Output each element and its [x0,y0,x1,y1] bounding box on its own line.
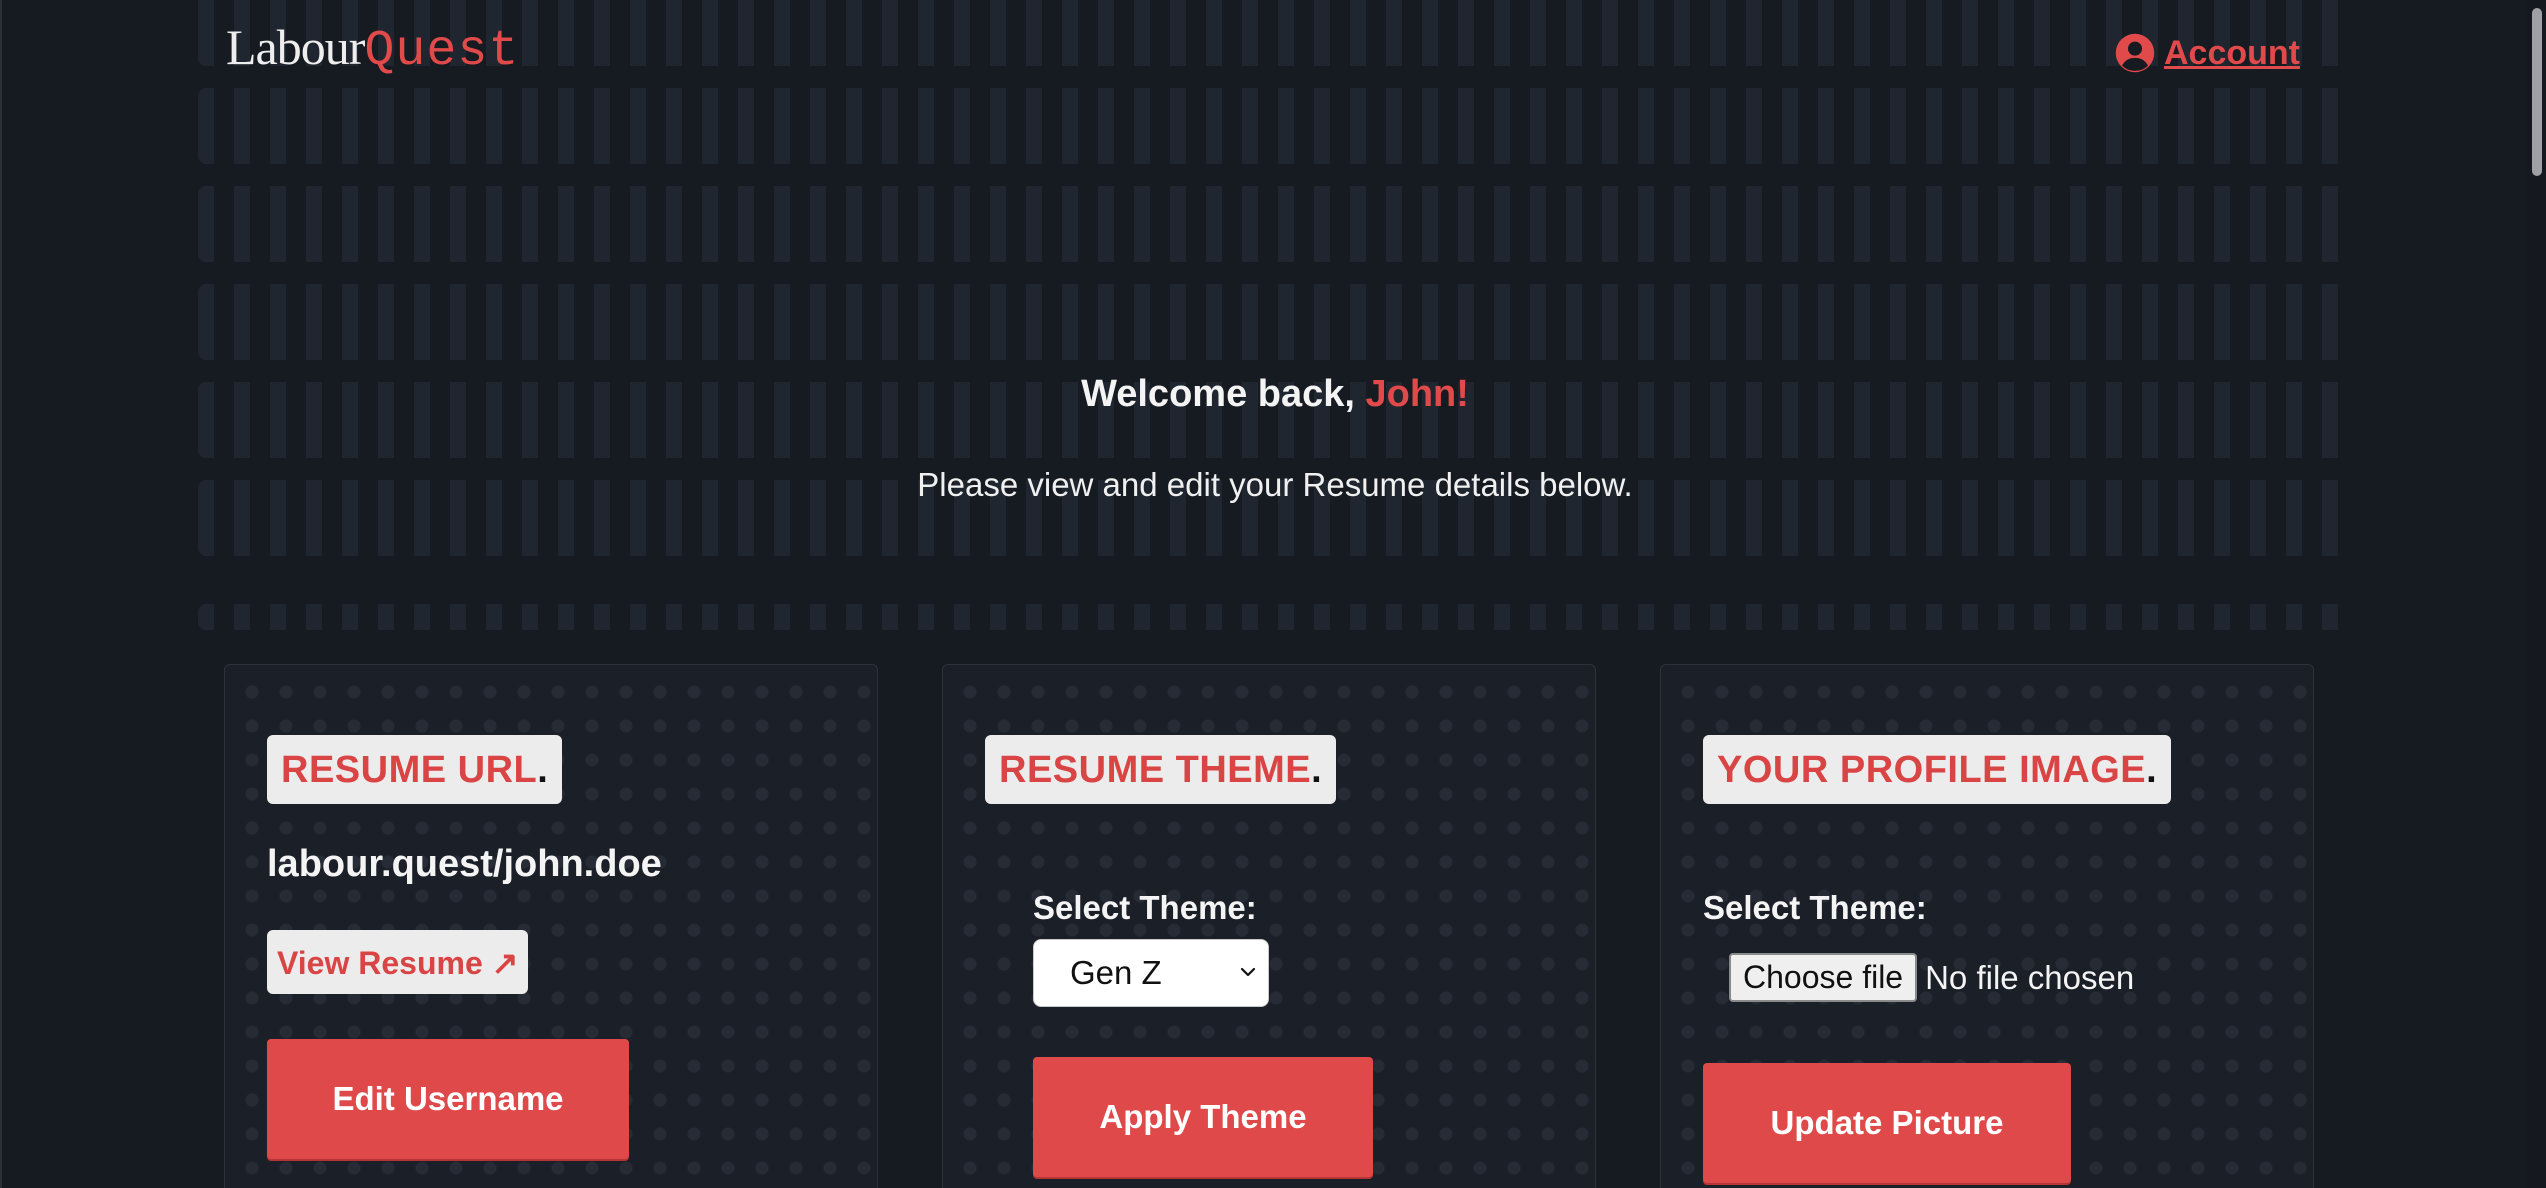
resume-url-text: labour.quest/john.doe [267,843,662,885]
user-name: John! [1365,373,1469,415]
logo-quest: Quest [364,23,520,80]
card-heading-dot: . [2146,749,2158,791]
pill-row [198,604,2350,630]
account-link[interactable]: Account [2114,32,2300,74]
card-heading-text: RESUME URL [281,749,538,791]
file-status: No file chosen [1925,958,2135,996]
card-heading-dot: . [1311,749,1323,791]
card-heading: YOUR PROFILE IMAGE. [1703,735,2172,804]
pill-row [198,186,2350,262]
card-heading-dot: . [537,749,549,791]
choose-file-button[interactable]: Choose file [1729,953,1918,1002]
profile-image-card: YOUR PROFILE IMAGE. Select Theme: Choose… [1660,664,2314,1188]
account-label: Account [2164,33,2300,72]
pill-row [198,284,2350,360]
hero-pills [198,0,2350,630]
apply-theme-button[interactable]: Apply Theme [1033,1057,1373,1177]
logo-labour: Labour [226,19,365,75]
pill-row [198,0,2350,66]
file-input[interactable]: Choose file No file chosen [1729,953,2134,1002]
chevron-down-icon [1240,967,1256,977]
resume-url-card: RESUME URL. labour.quest/john.doe View R… [224,664,878,1188]
card-heading-text: RESUME THEME [999,749,1312,791]
scrollbar-thumb[interactable] [2532,8,2542,176]
user-circle-icon [2115,33,2155,73]
card-heading: RESUME THEME. [985,735,1337,804]
edit-username-button[interactable]: Edit Username [267,1039,629,1159]
update-picture-button[interactable]: Update Picture [1703,1063,2071,1183]
select-theme-label: Select Theme: [1033,889,1257,926]
card-heading: RESUME URL. [267,735,563,804]
welcome-prefix: Welcome back, [1081,373,1366,415]
welcome-subtext: Please view and edit your Resume details… [917,466,1633,503]
view-resume-button[interactable]: View Resume ↗ [267,930,529,994]
logo[interactable]: LabourQuest [226,18,519,80]
scrollbar-track[interactable] [2526,0,2546,1188]
pill-row [198,88,2350,164]
resume-theme-card: RESUME THEME. Select Theme: Gen Z Apply … [942,664,1596,1188]
welcome-heading: Welcome back, John! [2,373,2546,416]
theme-select-value: Gen Z [1070,954,1162,991]
select-image-label: Select Theme: [1703,889,1927,926]
theme-select[interactable]: Gen Z [1033,939,1269,1007]
card-heading-text: YOUR PROFILE IMAGE [1717,749,2147,791]
hero-pattern-background [198,0,2350,630]
page: LabourQuest Account Welcome back, John! … [0,0,2546,1188]
